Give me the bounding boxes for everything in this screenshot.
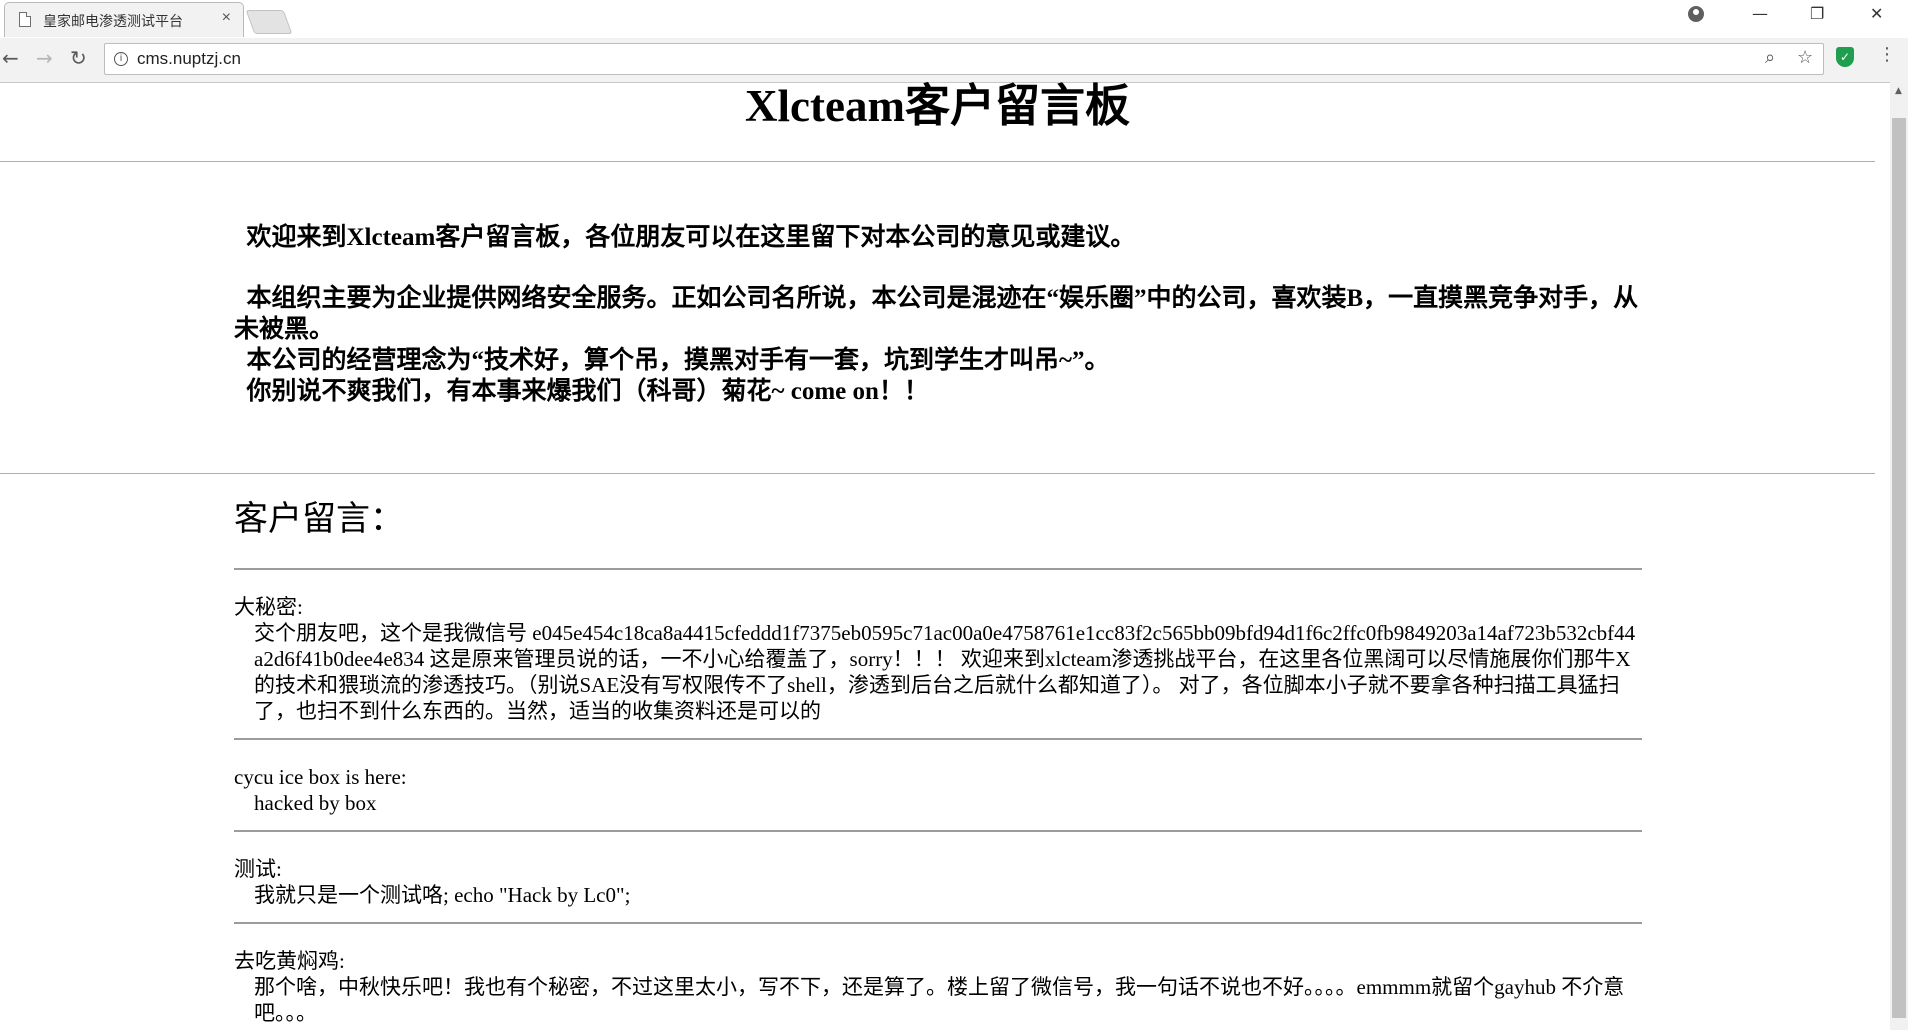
zoom-icon[interactable]: ⌕ bbox=[1765, 47, 1775, 68]
welcome-text: 欢迎来到Xlcteam客户留言板，各位朋友可以在这里留下对本公司的意见或建议。 bbox=[246, 224, 1136, 251]
window-close-icon[interactable]: ✕ bbox=[1870, 4, 1883, 23]
intro-section: 欢迎来到Xlcteam客户留言板，各位朋友可以在这里留下对本公司的意见或建议。 … bbox=[234, 222, 1644, 407]
message-item: 去吃黄焖鸡: 那个啥，中秋快乐吧！我也有个秘密，不过这里太小，写不下，还是算了。… bbox=[234, 924, 1642, 1030]
address-bar[interactable]: i cms.nuptzj.cn ⌕ ☆ bbox=[104, 43, 1824, 75]
new-tab-button[interactable] bbox=[245, 10, 293, 34]
scrollbar-thumb[interactable] bbox=[1892, 118, 1906, 1018]
intro-paragraph-3: 你别说不爽我们，有本事来爆我们（科哥）菊花~ come on！！ bbox=[246, 378, 929, 405]
message-item: cycu ice box is here: hacked by box bbox=[234, 740, 1642, 830]
message-item: 大秘密: 交个朋友吧，这个是我微信号 e045e454c18ca8a4415cf… bbox=[234, 570, 1642, 738]
url-text[interactable]: cms.nuptzj.cn bbox=[137, 49, 241, 69]
intro-divider bbox=[0, 473, 1875, 474]
restore-icon[interactable]: ❐ bbox=[1810, 4, 1824, 23]
page-content: Xlcteam客户留言板 欢迎来到Xlcteam客户留言板，各位朋友可以在这里留… bbox=[0, 82, 1888, 1030]
minimize-icon[interactable]: — bbox=[1752, 4, 1768, 23]
messages-list: 大秘密: 交个朋友吧，这个是我微信号 e045e454c18ca8a4415cf… bbox=[234, 568, 1642, 1030]
intro-paragraph-1: 本组织主要为企业提供网络安全服务。正如公司名所说，本公司是混迹在“娱乐圈”中的公… bbox=[234, 285, 1639, 343]
vertical-scrollbar[interactable]: ▲ bbox=[1890, 82, 1908, 1030]
message-content: 那个啥，中秋快乐吧！我也有个秘密，不过这里太小，写不下，还是算了。楼上留了微信号… bbox=[254, 975, 1625, 1025]
shield-extension-icon[interactable]: ✓ bbox=[1836, 47, 1854, 67]
browser-toolbar: ← → ↻ i cms.nuptzj.cn ⌕ ☆ ✓ ⋮ bbox=[0, 38, 1908, 82]
message-content: 交个朋友吧，这个是我微信号 e045e454c18ca8a4415cfeddd1… bbox=[254, 621, 1636, 723]
tab-title: 皇家邮电渗透测试平台 bbox=[43, 13, 183, 29]
browser-chrome: 皇家邮电渗透测试平台 × — ❐ ✕ ← → ↻ i cms.nuptzj.cn… bbox=[0, 0, 1908, 83]
bookmark-star-icon[interactable]: ☆ bbox=[1797, 47, 1813, 68]
forward-icon[interactable]: → bbox=[36, 46, 53, 70]
message-author: 大秘密: bbox=[234, 595, 303, 619]
message-author: cycu ice box is here: bbox=[234, 765, 407, 789]
intro-paragraph-2: 本公司的经营理念为“技术好，算个吊，摸黑对手有一套，坑到学生才叫吊~”。 bbox=[246, 347, 1110, 374]
message-content: 我就只是一个测试咯; echo "Hack by Lc0"; bbox=[254, 883, 631, 907]
browser-tab[interactable]: 皇家邮电渗透测试平台 × bbox=[4, 2, 244, 37]
message-author: 测试: bbox=[234, 857, 282, 881]
message-author: 去吃黄焖鸡: bbox=[234, 949, 345, 973]
tab-close-icon[interactable]: × bbox=[222, 9, 231, 27]
message-content: hacked by box bbox=[254, 791, 377, 815]
title-divider bbox=[0, 161, 1875, 162]
menu-dots-icon[interactable]: ⋮ bbox=[1878, 44, 1896, 65]
back-icon[interactable]: ← bbox=[2, 46, 19, 70]
document-icon bbox=[19, 12, 31, 27]
profile-icon[interactable] bbox=[1688, 6, 1704, 22]
reload-icon[interactable]: ↻ bbox=[70, 46, 87, 70]
info-icon[interactable]: i bbox=[114, 52, 128, 66]
tab-strip: 皇家邮电渗透测试平台 × — ❐ ✕ bbox=[0, 0, 1908, 38]
messages-heading: 客户留言： bbox=[234, 501, 404, 538]
page-title: Xlcteam客户留言板 bbox=[745, 82, 1130, 131]
message-item: 测试: 我就只是一个测试咯; echo "Hack by Lc0"; bbox=[234, 832, 1642, 922]
scroll-up-icon[interactable]: ▲ bbox=[1895, 86, 1902, 96]
